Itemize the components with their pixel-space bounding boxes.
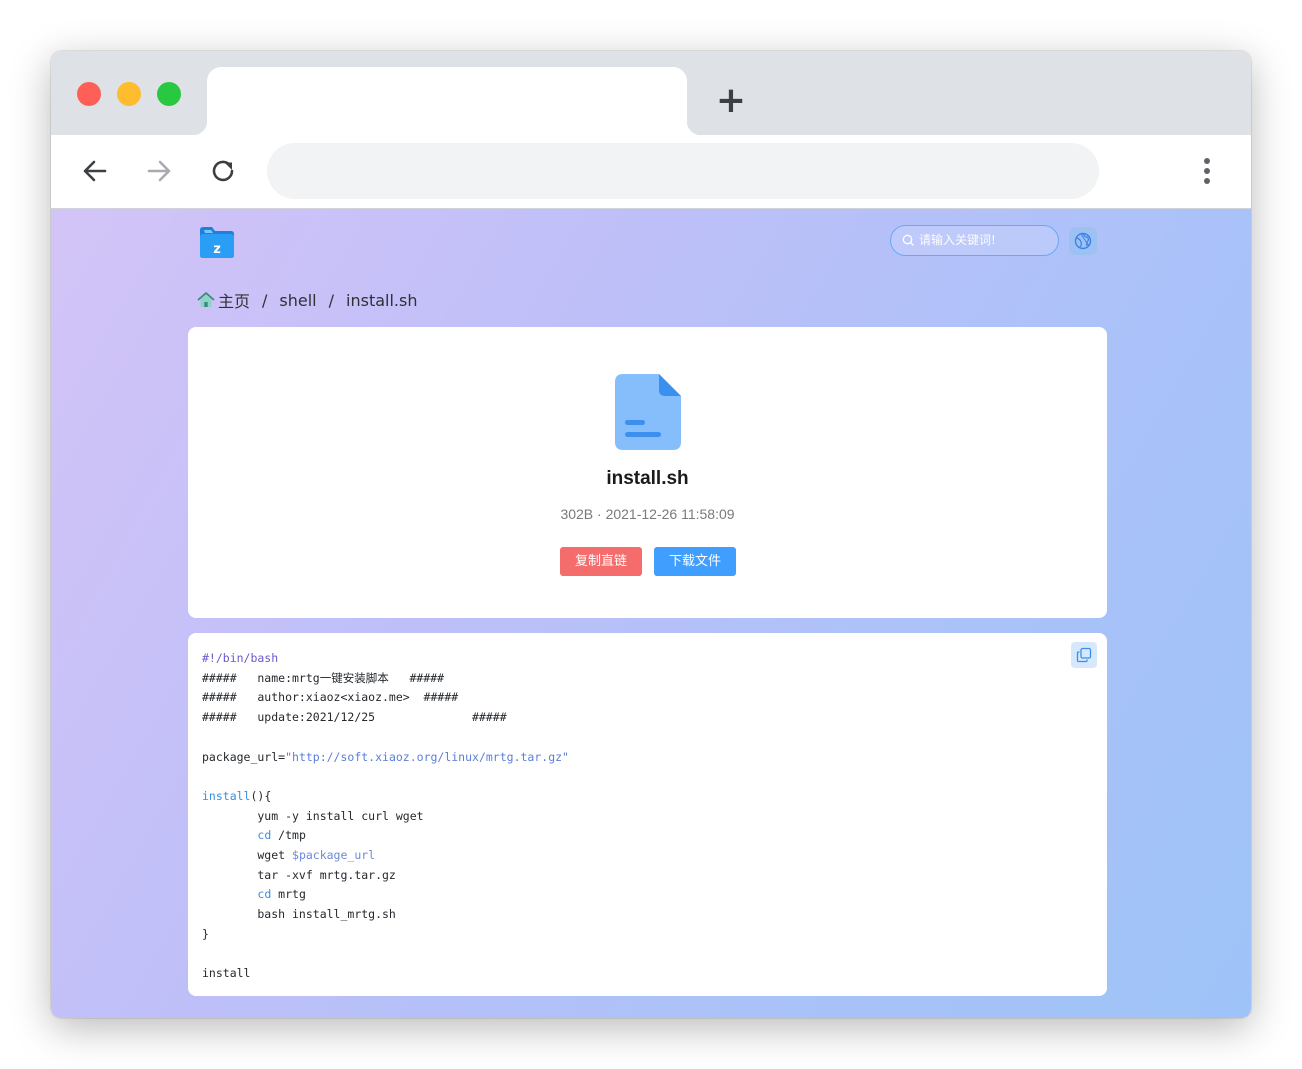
minimize-window-button[interactable] bbox=[117, 82, 141, 106]
tab-bar: + bbox=[51, 51, 1251, 135]
arrow-right-icon bbox=[147, 160, 171, 182]
back-button[interactable] bbox=[77, 153, 113, 189]
breadcrumb-item-current: install.sh bbox=[346, 290, 418, 310]
code-line: } bbox=[202, 926, 209, 941]
code-line: install(){ bbox=[202, 788, 272, 803]
arrow-left-icon bbox=[83, 160, 107, 182]
file-meta: 302B · 2021-12-26 11:58:09 bbox=[560, 506, 735, 522]
code-preview-card: #!/bin/bash ##### name:mrtg一键安装脚本 ##### … bbox=[188, 633, 1107, 996]
search-box[interactable] bbox=[890, 225, 1059, 256]
file-name: install.sh bbox=[606, 468, 689, 489]
code-line: tar -xvf mrtg.tar.gz bbox=[202, 867, 396, 882]
code-line: wget $package_url bbox=[202, 848, 376, 863]
copy-code-button[interactable] bbox=[1071, 642, 1097, 668]
browser-window: + z 请输入关键词! 主页 / shell / install.sh inst… bbox=[51, 51, 1251, 1018]
forward-button[interactable] bbox=[141, 153, 177, 189]
browser-toolbar bbox=[51, 135, 1251, 209]
close-window-button[interactable] bbox=[77, 82, 101, 106]
code-line: ##### author:xiaoz<xiaoz.me> ##### bbox=[202, 690, 459, 705]
file-info-card: install.sh 302B · 2021-12-26 11:58:09 复制… bbox=[188, 327, 1107, 618]
code-line: ##### name:mrtg一键安装脚本 ##### bbox=[202, 670, 445, 685]
home-icon bbox=[197, 292, 215, 307]
reload-button[interactable] bbox=[205, 153, 241, 189]
copy-icon bbox=[1076, 647, 1092, 663]
globe-icon bbox=[1074, 232, 1092, 250]
language-button[interactable] bbox=[1069, 227, 1097, 255]
maximize-window-button[interactable] bbox=[157, 82, 181, 106]
site-logo[interactable]: z bbox=[197, 225, 237, 259]
breadcrumb: 主页 / shell / install.sh bbox=[196, 289, 417, 311]
breadcrumb-home[interactable]: 主页 bbox=[218, 288, 250, 312]
browser-menu-button[interactable] bbox=[1191, 153, 1223, 189]
code-line: bash install_mrtg.sh bbox=[202, 907, 396, 922]
code-line: package_url="http://soft.xiaoz.org/linux… bbox=[202, 749, 569, 764]
code-block: #!/bin/bash ##### name:mrtg一键安装脚本 ##### … bbox=[202, 649, 569, 984]
more-vertical-icon bbox=[1204, 158, 1210, 184]
page-content: z 主页 / shell bbox=[51, 209, 1251, 1018]
code-line: install bbox=[202, 966, 251, 981]
search-input[interactable] bbox=[919, 230, 1049, 250]
document-icon bbox=[615, 374, 681, 450]
code-line: ##### update:2021/12/25 ##### bbox=[202, 710, 507, 725]
search-icon bbox=[902, 234, 914, 246]
copy-link-button[interactable]: 复制直链 bbox=[560, 547, 642, 576]
breadcrumb-item-shell[interactable]: shell bbox=[279, 291, 316, 310]
folder-logo-icon: z bbox=[200, 227, 234, 258]
breadcrumb-separator: / bbox=[328, 290, 335, 310]
address-bar[interactable] bbox=[267, 143, 1099, 199]
svg-text:z: z bbox=[213, 242, 221, 257]
breadcrumb-separator: / bbox=[262, 290, 268, 310]
download-button[interactable]: 下载文件 bbox=[654, 547, 736, 576]
code-line: #!/bin/bash bbox=[202, 651, 279, 665]
new-tab-button[interactable]: + bbox=[711, 83, 751, 120]
active-tab[interactable] bbox=[193, 67, 701, 135]
reload-icon bbox=[212, 160, 234, 182]
code-line: cd mrtg bbox=[257, 887, 306, 902]
code-line: cd /tmp bbox=[257, 828, 306, 843]
code-line: yum -y install curl wget bbox=[202, 808, 424, 823]
